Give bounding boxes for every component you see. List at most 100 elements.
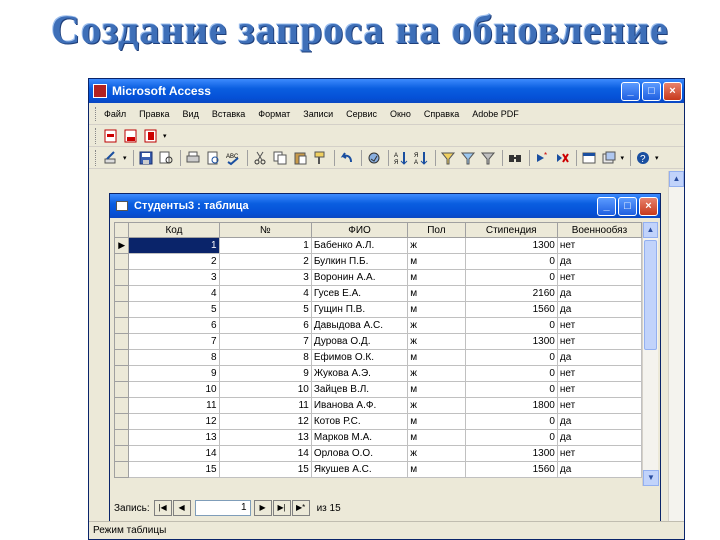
cell-kod[interactable]: 9 <box>128 365 220 382</box>
table-row[interactable]: 13 13 Марков М.А. м 0 да <box>113 429 643 446</box>
cell-stipendiya[interactable]: 0 <box>464 253 558 270</box>
table-close-button[interactable]: × <box>639 196 658 216</box>
row-selector[interactable] <box>113 413 130 430</box>
column-header-num[interactable]: № <box>218 222 312 238</box>
toolbar-grip[interactable] <box>95 149 98 166</box>
cell-num[interactable]: 9 <box>218 365 312 382</box>
cell-kod[interactable]: 14 <box>128 445 220 462</box>
toolbar-options-icon[interactable]: ▾ <box>163 132 167 140</box>
toolbar-options-icon[interactable]: ▾ <box>655 154 659 162</box>
cell-pol[interactable]: ж <box>407 365 466 382</box>
row-selector[interactable] <box>113 285 130 302</box>
scroll-up-icon[interactable]: ▲ <box>669 171 684 187</box>
filter-by-selection-icon[interactable] <box>440 150 456 166</box>
scroll-down-icon[interactable]: ▼ <box>643 470 659 486</box>
sort-ascending-icon[interactable]: AЯ <box>393 150 409 166</box>
cell-voennoobyaz[interactable]: нет <box>556 365 643 382</box>
cell-kod[interactable]: 11 <box>128 397 220 414</box>
row-selector[interactable] <box>113 301 130 318</box>
paste-icon[interactable] <box>292 150 308 166</box>
cell-fio[interactable]: Иванова А.Ф. <box>310 397 409 414</box>
cell-fio[interactable]: Дурова О.Д. <box>310 333 409 350</box>
table-maximize-button[interactable]: □ <box>618 196 637 216</box>
cell-kod[interactable]: 10 <box>128 381 220 398</box>
table-row[interactable]: 2 2 Булкин П.Б. м 0 да <box>113 253 643 270</box>
cell-stipendiya[interactable]: 0 <box>464 365 558 382</box>
cell-fio[interactable]: Гусев Е.А. <box>310 285 409 302</box>
maximize-button[interactable]: □ <box>642 81 661 101</box>
cell-pol[interactable]: м <box>407 429 466 446</box>
cell-pol[interactable]: м <box>407 413 466 430</box>
table-row[interactable]: ▶ 1 1 Бабенко А.Л. ж 1300 нет <box>113 237 643 254</box>
cell-fio[interactable]: Котов Р.С. <box>310 413 409 430</box>
cell-fio[interactable]: Бабенко А.Л. <box>310 237 409 254</box>
sort-descending-icon[interactable]: ЯA <box>413 150 429 166</box>
help-icon[interactable]: ? <box>635 150 651 166</box>
last-record-button[interactable]: ▶| <box>272 500 291 516</box>
new-object-dropdown-icon[interactable]: ▾ <box>621 154 625 162</box>
cell-pol[interactable]: м <box>407 285 466 302</box>
cell-pol[interactable]: м <box>407 381 466 398</box>
cell-stipendiya[interactable]: 1800 <box>464 397 558 414</box>
database-window-icon[interactable] <box>581 150 597 166</box>
cell-num[interactable]: 2 <box>218 253 312 270</box>
cut-icon[interactable] <box>252 150 268 166</box>
find-icon[interactable] <box>507 150 523 166</box>
spelling-icon[interactable]: ABC <box>225 150 241 166</box>
menu-file[interactable]: Файл <box>104 109 126 119</box>
cell-voennoobyaz[interactable]: да <box>556 429 643 446</box>
cell-kod[interactable]: 4 <box>128 285 220 302</box>
row-selector[interactable] <box>113 317 130 334</box>
cell-fio[interactable]: Марков М.А. <box>310 429 409 446</box>
save-icon[interactable] <box>138 150 154 166</box>
cell-fio[interactable]: Зайцев В.Л. <box>310 381 409 398</box>
cell-voennoobyaz[interactable]: нет <box>556 317 643 334</box>
cell-voennoobyaz[interactable]: нет <box>556 397 643 414</box>
first-record-button[interactable]: |◀ <box>153 500 172 516</box>
cell-stipendiya[interactable]: 1300 <box>464 237 558 254</box>
cell-kod[interactable]: 1 <box>128 237 220 254</box>
cell-voennoobyaz[interactable]: нет <box>556 381 643 398</box>
row-selector[interactable] <box>113 253 130 270</box>
cell-fio[interactable]: Ефимов О.К. <box>310 349 409 366</box>
menu-tools[interactable]: Сервис <box>346 109 377 119</box>
cell-pol[interactable]: ж <box>407 333 466 350</box>
cell-stipendiya[interactable]: 2160 <box>464 285 558 302</box>
cell-kod[interactable]: 12 <box>128 413 220 430</box>
cell-fio[interactable]: Давыдова А.С. <box>310 317 409 334</box>
format-painter-icon[interactable] <box>312 150 328 166</box>
copy-icon[interactable] <box>272 150 288 166</box>
pdf-convert-icon[interactable] <box>103 128 119 144</box>
row-selector[interactable] <box>113 333 130 350</box>
cell-stipendiya[interactable]: 0 <box>464 381 558 398</box>
menu-records[interactable]: Записи <box>303 109 333 119</box>
row-selector[interactable] <box>113 269 130 286</box>
cell-pol[interactable]: м <box>407 349 466 366</box>
cell-num[interactable]: 5 <box>218 301 312 318</box>
cell-voennoobyaz[interactable]: нет <box>556 333 643 350</box>
table-row[interactable]: 8 8 Ефимов О.К. м 0 да <box>113 349 643 366</box>
cell-pol[interactable]: м <box>407 461 466 478</box>
row-selector[interactable] <box>113 381 130 398</box>
cell-pol[interactable]: м <box>407 301 466 318</box>
table-row[interactable]: 12 12 Котов Р.С. м 0 да <box>113 413 643 430</box>
table-row[interactable]: 11 11 Иванова А.Ф. ж 1800 нет <box>113 397 643 414</box>
cell-num[interactable]: 11 <box>218 397 312 414</box>
cell-stipendiya[interactable]: 0 <box>464 269 558 286</box>
row-selector[interactable] <box>113 365 130 382</box>
row-selector[interactable] <box>113 429 130 446</box>
cell-kod[interactable]: 15 <box>128 461 220 478</box>
scroll-up-icon[interactable]: ▲ <box>643 222 658 238</box>
cell-num[interactable]: 1 <box>218 237 312 254</box>
cell-num[interactable]: 8 <box>218 349 312 366</box>
table-row[interactable]: 6 6 Давыдова А.С. ж 0 нет <box>113 317 643 334</box>
cell-kod[interactable]: 3 <box>128 269 220 286</box>
undo-icon[interactable] <box>339 150 355 166</box>
cell-num[interactable]: 6 <box>218 317 312 334</box>
cell-voennoobyaz[interactable]: да <box>556 285 643 302</box>
cell-num[interactable]: 12 <box>218 413 312 430</box>
cell-num[interactable]: 14 <box>218 445 312 462</box>
cell-pol[interactable]: ж <box>407 237 466 254</box>
cell-voennoobyaz[interactable]: да <box>556 461 643 478</box>
cell-voennoobyaz[interactable]: нет <box>556 269 643 286</box>
